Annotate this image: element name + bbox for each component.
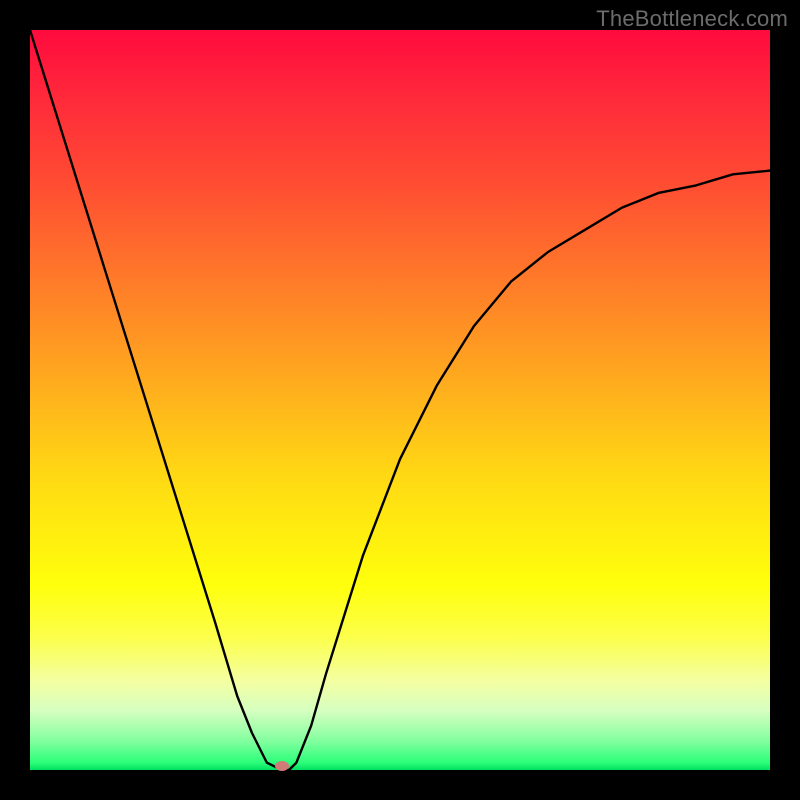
chart-frame: TheBottleneck.com (0, 0, 800, 800)
watermark-text: TheBottleneck.com (596, 6, 788, 32)
bottleneck-curve (30, 30, 770, 770)
minimum-marker-icon (275, 761, 289, 771)
plot-area (30, 30, 770, 770)
